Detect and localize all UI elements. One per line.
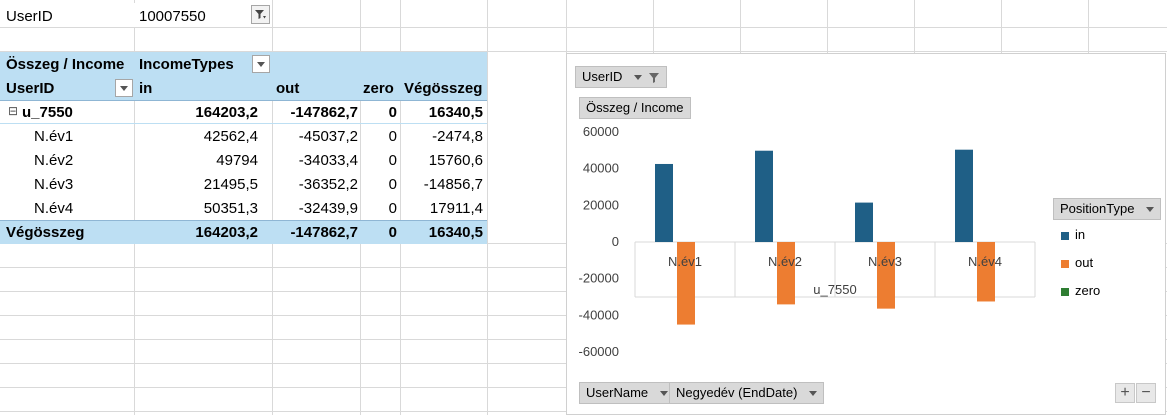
funnel-icon (648, 72, 659, 83)
column-header-total: Végösszeg (404, 80, 483, 97)
row-field-dropdown[interactable] (115, 79, 133, 97)
grand-total-total: 16340,5 (428, 224, 483, 241)
pivot-chart[interactable]: UserID Összeg / Income 60000 40000 20000 0 -… (566, 53, 1166, 415)
column-header-out: out (276, 80, 300, 97)
chevron-down-icon (120, 85, 128, 91)
group-row-label: u_7550 (22, 104, 73, 121)
row-value-zero: 0 (388, 200, 397, 217)
legend-field-button[interactable]: PositionType (1053, 198, 1162, 220)
legend-item-out: out (1061, 255, 1093, 270)
column-header-zero: zero (363, 80, 394, 97)
bar-in (655, 163, 673, 242)
row-label: N.év2 (34, 152, 74, 169)
collapse-field-button[interactable]: − (1136, 383, 1156, 403)
filter-field-value: 10007550 (139, 8, 206, 25)
legend-swatch-in (1061, 231, 1069, 240)
row-field-label: UserID (6, 80, 55, 97)
row-label: N.év3 (34, 176, 74, 193)
legend-label: out (1075, 255, 1094, 270)
row-value-in: 50351,3 (203, 200, 258, 217)
legend-label: in (1075, 227, 1086, 242)
y-tick-label: 60000 (583, 124, 619, 139)
row-value-total: 17911,4 (429, 200, 483, 217)
row-value-zero: 0 (388, 176, 397, 193)
chart-filter-label: UserID (582, 69, 623, 84)
group-value-zero: 0 (388, 104, 397, 121)
x-tick-label: N.év3 (868, 254, 902, 269)
grand-total-out: -147862,7 (290, 224, 358, 241)
grand-total-label: Végösszeg (6, 224, 85, 241)
legend-item-zero: zero (1061, 283, 1100, 298)
row-value-in: 42562,4 (203, 128, 258, 145)
chevron-down-icon (659, 391, 668, 397)
row-value-out: -34033,4 (298, 152, 358, 169)
group-value-total: 16340,5 (428, 104, 483, 121)
x-tick-label: N.év4 (968, 254, 1002, 269)
x-tick-label: N.év2 (768, 254, 802, 269)
chevron-down-icon (1146, 207, 1155, 213)
axis-field-label: Negyedév (EndDate) (676, 385, 798, 400)
axis-field-button-quarter[interactable]: Negyedév (EndDate) (669, 382, 825, 404)
row-value-zero: 0 (388, 152, 397, 169)
bar-out (977, 242, 995, 302)
chevron-down-icon (809, 391, 818, 397)
row-label: N.év1 (34, 128, 74, 145)
legend-item-in: in (1061, 227, 1085, 242)
legend-swatch-out (1061, 259, 1069, 268)
row-value-out: -45037,2 (298, 128, 358, 145)
bar-in (755, 150, 773, 242)
row-value-total: -2474,8 (432, 128, 483, 145)
y-tick-label: 40000 (583, 161, 619, 176)
bar-out (877, 242, 895, 309)
row-label: N.év4 (34, 200, 74, 217)
y-tick-label: -20000 (579, 271, 619, 286)
group-value-in: 164203,2 (195, 104, 258, 121)
axis-field-button-username[interactable]: UserName (579, 382, 675, 404)
collapse-icon[interactable]: ⊟ (8, 104, 18, 118)
row-value-total: 15760,6 (428, 152, 483, 169)
x-tick-label: N.év1 (668, 254, 702, 269)
value-field-label: Összeg / Income (6, 56, 125, 73)
y-tick-label: -40000 (579, 307, 619, 322)
chart-value-button[interactable]: Összeg / Income (579, 97, 691, 119)
expand-field-button[interactable]: + (1115, 383, 1135, 403)
y-tick-label: -60000 (579, 344, 619, 359)
y-tick-label: 20000 (583, 197, 619, 212)
column-field-dropdown[interactable] (252, 55, 270, 73)
bar-in (955, 149, 973, 242)
chart-plot-area: 60000 40000 20000 0 -20000 -40000 -60000 N.év1 N… (579, 124, 1036, 359)
chevron-down-icon (634, 75, 643, 81)
chart-value-label: Összeg / Income (586, 100, 684, 115)
row-value-out: -36352,2 (298, 176, 358, 193)
chart-filter-button[interactable]: UserID (575, 66, 667, 88)
column-field-label: IncomeTypes (139, 56, 234, 73)
filter-dropdown-button[interactable] (251, 5, 270, 24)
legend-swatch-zero (1061, 287, 1069, 296)
row-value-total: -14856,7 (423, 176, 483, 193)
filter-field-label: UserID (6, 8, 53, 25)
row-value-in: 49794 (216, 152, 258, 169)
funnel-icon (255, 10, 266, 19)
bar-in (855, 202, 873, 242)
grand-total-zero: 0 (388, 224, 397, 241)
column-header-in: in (139, 80, 153, 97)
row-value-in: 21495,5 (203, 176, 258, 193)
y-tick-label: 0 (612, 234, 619, 249)
row-value-zero: 0 (388, 128, 397, 145)
group-value-out: -147862,7 (290, 104, 358, 121)
grand-total-in: 164203,2 (195, 224, 258, 241)
legend-label: zero (1075, 283, 1101, 298)
legend-field-label: PositionType (1060, 201, 1135, 216)
row-value-out: -32439,9 (298, 200, 358, 217)
x-group-label: u_7550 (813, 282, 856, 297)
bar-out (777, 242, 795, 305)
chevron-down-icon (257, 61, 265, 67)
axis-field-label: UserName (586, 385, 649, 400)
